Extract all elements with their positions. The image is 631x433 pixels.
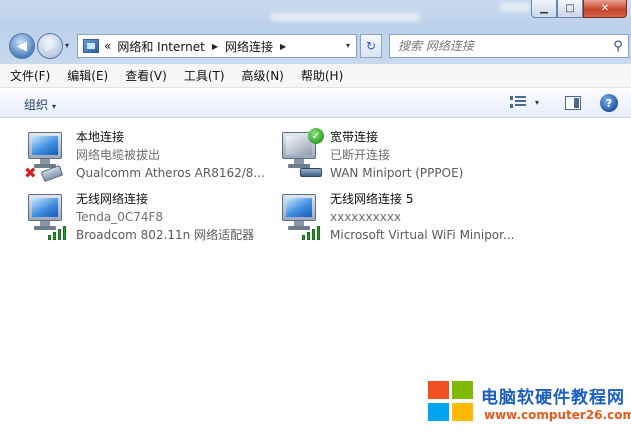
connection-status: 已断开连接: [330, 148, 391, 162]
connection-item-broadband[interactable]: ✓ 宽带连接 已断开连接 WAN Miniport (PPPOE): [278, 128, 518, 186]
chevron-right-icon[interactable]: ▶: [280, 42, 286, 51]
connection-item-wireless[interactable]: 无线网络连接 Tenda_0C74F8 Broadcom 802.11n 网络适…: [24, 190, 264, 248]
organize-label: 组织: [24, 98, 49, 112]
help-icon[interactable]: ?: [600, 94, 618, 112]
change-view-icon[interactable]: [510, 96, 526, 110]
connection-status: Tenda_0C74F8: [76, 210, 164, 224]
title-blur: [270, 13, 420, 21]
watermark-title: 电脑软硬件教程网: [481, 388, 625, 408]
connection-item-wireless-5[interactable]: 无线网络连接 5 xxxxxxxxxx Microsoft Virtual Wi…: [278, 190, 518, 248]
wireless-icon: [24, 190, 76, 246]
chevron-down-icon[interactable]: ▾: [346, 41, 350, 50]
title-bar: ▁ □ ✕: [0, 0, 631, 28]
breadcrumb-network-connections[interactable]: 网络连接: [225, 38, 273, 55]
back-button[interactable]: ◀: [9, 33, 35, 59]
refresh-button[interactable]: ↻: [360, 34, 382, 58]
command-bar: 组织 ▾ ▾ ?: [0, 88, 631, 118]
control-panel-icon: [83, 39, 99, 53]
menu-edit[interactable]: 编辑(E): [67, 67, 108, 84]
error-x-icon: ✖: [24, 164, 37, 182]
chevron-down-icon: ▾: [52, 102, 57, 111]
connection-name: 无线网络连接: [76, 192, 149, 206]
search-input[interactable]: [398, 36, 608, 56]
connection-name: 本地连接: [76, 130, 125, 144]
search-box[interactable]: ⚲: [389, 34, 629, 58]
signal-strength-icon: [302, 222, 324, 240]
connection-item-local[interactable]: ✖ 本地连接 网络电缆被拔出 Qualcomm Atheros AR8162/8…: [24, 128, 265, 186]
close-button[interactable]: ✕: [583, 0, 627, 18]
connection-status: xxxxxxxxxx: [330, 210, 402, 224]
title-blur-small: [500, 3, 530, 11]
connection-device: Qualcomm Atheros AR8162/8...: [76, 166, 265, 180]
menu-bar: 文件(F) 编辑(E) 查看(V) 工具(T) 高级(N) 帮助(H): [0, 64, 631, 88]
watermark-url: www.computer26.com: [484, 408, 631, 422]
menu-file[interactable]: 文件(F): [10, 67, 50, 84]
chevron-right-icon[interactable]: ▶: [212, 42, 218, 51]
minimize-button[interactable]: ▁: [531, 0, 557, 18]
connection-device: Microsoft Virtual WiFi Minipor...: [330, 228, 515, 242]
modem-icon: [300, 168, 322, 177]
check-icon: ✓: [308, 128, 324, 144]
wireless-icon: [278, 190, 330, 246]
breadcrumb-overflow[interactable]: «: [104, 39, 111, 53]
connection-name: 无线网络连接 5: [330, 192, 414, 206]
search-icon[interactable]: ⚲: [608, 39, 628, 54]
ethernet-disconnected-icon: ✖: [24, 128, 76, 184]
view-options-dropdown[interactable]: ▾: [535, 98, 539, 107]
connection-device: WAN Miniport (PPPOE): [330, 166, 464, 180]
menu-help[interactable]: 帮助(H): [301, 67, 343, 84]
navigation-bar: ◀ ▶ ▾ « 网络和 Internet ▶ 网络连接 ▶ ▾ ↻ ⚲: [0, 28, 631, 64]
menu-advanced[interactable]: 高级(N): [242, 67, 284, 84]
forward-button[interactable]: ▶: [37, 33, 63, 59]
connection-name: 宽带连接: [330, 130, 379, 144]
recent-pages-dropdown[interactable]: ▾: [65, 41, 69, 50]
address-bar[interactable]: « 网络和 Internet ▶ 网络连接 ▶ ▾: [77, 34, 357, 58]
breadcrumb-network-internet[interactable]: 网络和 Internet: [117, 38, 204, 55]
windows-logo-icon: [428, 381, 475, 422]
signal-strength-icon: [48, 222, 70, 240]
menu-tools[interactable]: 工具(T): [184, 67, 225, 84]
connection-device: Broadcom 802.11n 网络适配器: [76, 228, 255, 242]
broadband-icon: ✓: [278, 128, 330, 184]
maximize-button[interactable]: □: [557, 0, 583, 18]
preview-pane-icon[interactable]: [565, 96, 581, 110]
window-controls: ▁ □ ✕: [531, 0, 627, 18]
connection-status: 网络电缆被拔出: [76, 148, 161, 162]
menu-view[interactable]: 查看(V): [125, 67, 167, 84]
organize-button[interactable]: 组织 ▾: [24, 96, 56, 113]
